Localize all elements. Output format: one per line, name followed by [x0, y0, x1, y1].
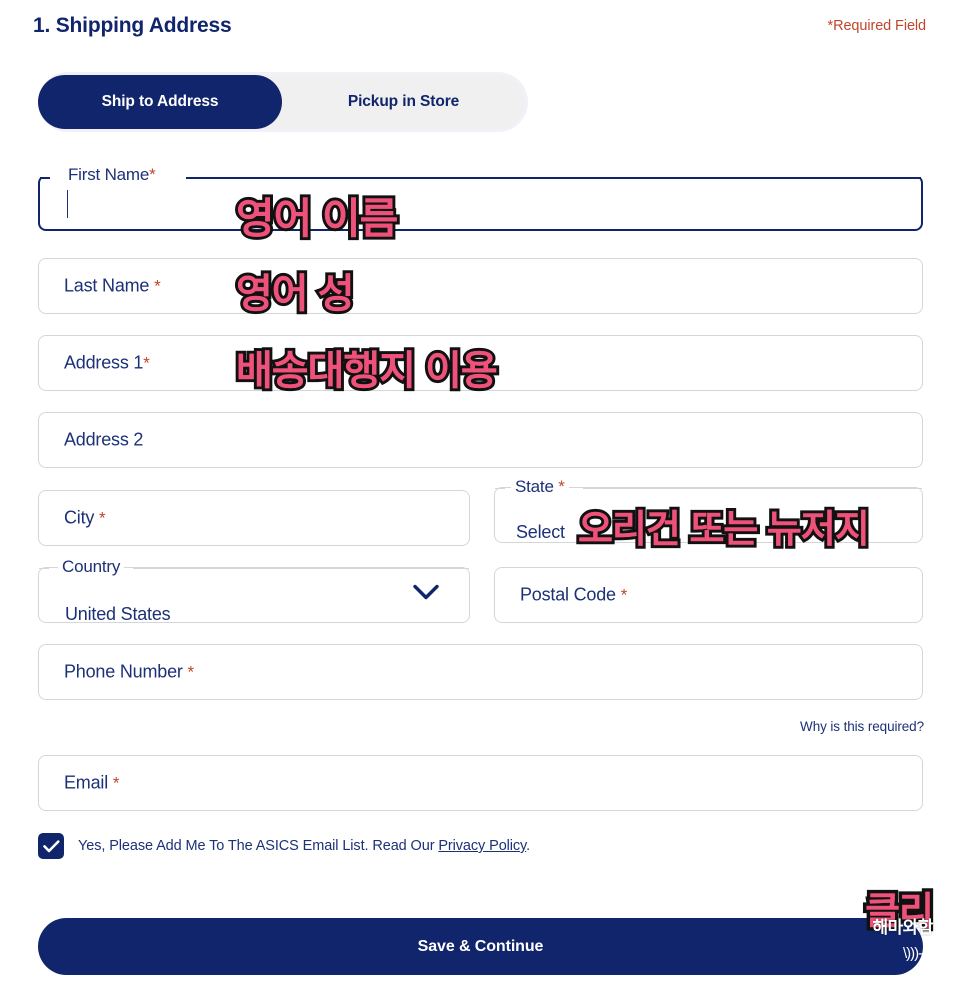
- newsletter-label: Yes, Please Add Me To The ASICS Email Li…: [78, 838, 531, 854]
- country-select[interactable]: Country United States: [38, 557, 470, 624]
- phone-number-label: Phone Number *: [64, 661, 194, 682]
- city-field[interactable]: City *: [38, 490, 470, 546]
- required-star: *: [143, 353, 150, 373]
- first-name-text-caret: [67, 190, 68, 218]
- last-name-field[interactable]: Last Name *: [38, 258, 923, 314]
- first-name-notch: [40, 177, 921, 179]
- state-value: Select: [516, 522, 565, 542]
- phone-number-field[interactable]: Phone Number *: [38, 644, 923, 700]
- tab-pickup-in-store[interactable]: Pickup in Store: [282, 75, 525, 129]
- first-name-field[interactable]: First Name*: [38, 165, 923, 231]
- email-field[interactable]: Email *: [38, 755, 923, 811]
- required-star: *: [149, 165, 156, 184]
- required-star: *: [112, 773, 120, 793]
- newsletter-checkbox[interactable]: [38, 833, 64, 859]
- shipping-address-page: 1. Shipping Address *Required Field Ship…: [0, 0, 966, 1000]
- country-label: Country: [58, 557, 125, 577]
- save-and-continue-button[interactable]: Save & Continue: [38, 918, 923, 975]
- address-1-label: Address 1*: [64, 352, 150, 373]
- chevron-down-icon[interactable]: [413, 584, 439, 606]
- address-2-field[interactable]: Address 2: [38, 412, 923, 468]
- last-name-label: Last Name *: [64, 275, 161, 296]
- checkmark-icon: [42, 839, 59, 852]
- address-1-field[interactable]: Address 1*: [38, 335, 923, 391]
- state-select[interactable]: State * Select: [494, 477, 923, 543]
- required-star: *: [99, 508, 106, 528]
- address-2-label: Address 2: [64, 429, 144, 450]
- first-name-label: First Name*: [64, 165, 160, 185]
- delivery-method-tabs: Ship to Address Pickup in Store: [38, 72, 528, 132]
- required-star: *: [187, 662, 194, 682]
- required-field-note: *Required Field: [827, 18, 927, 34]
- required-star: *: [620, 585, 628, 605]
- page-title: 1. Shipping Address: [33, 14, 232, 37]
- postal-code-label: Postal Code *: [520, 584, 628, 605]
- why-is-this-required-link[interactable]: Why is this required?: [800, 719, 924, 734]
- tab-ship-to-address[interactable]: Ship to Address: [38, 75, 282, 129]
- state-label: State *: [511, 477, 569, 497]
- email-label: Email *: [64, 772, 120, 793]
- required-star: *: [154, 276, 161, 296]
- city-label: City *: [64, 507, 106, 528]
- postal-code-field[interactable]: Postal Code *: [494, 567, 923, 623]
- required-star: *: [558, 477, 565, 496]
- privacy-policy-link[interactable]: Privacy Policy: [438, 838, 526, 854]
- newsletter-opt-in-row: Yes, Please Add Me To The ASICS Email Li…: [38, 833, 530, 859]
- country-value: United States: [65, 604, 171, 624]
